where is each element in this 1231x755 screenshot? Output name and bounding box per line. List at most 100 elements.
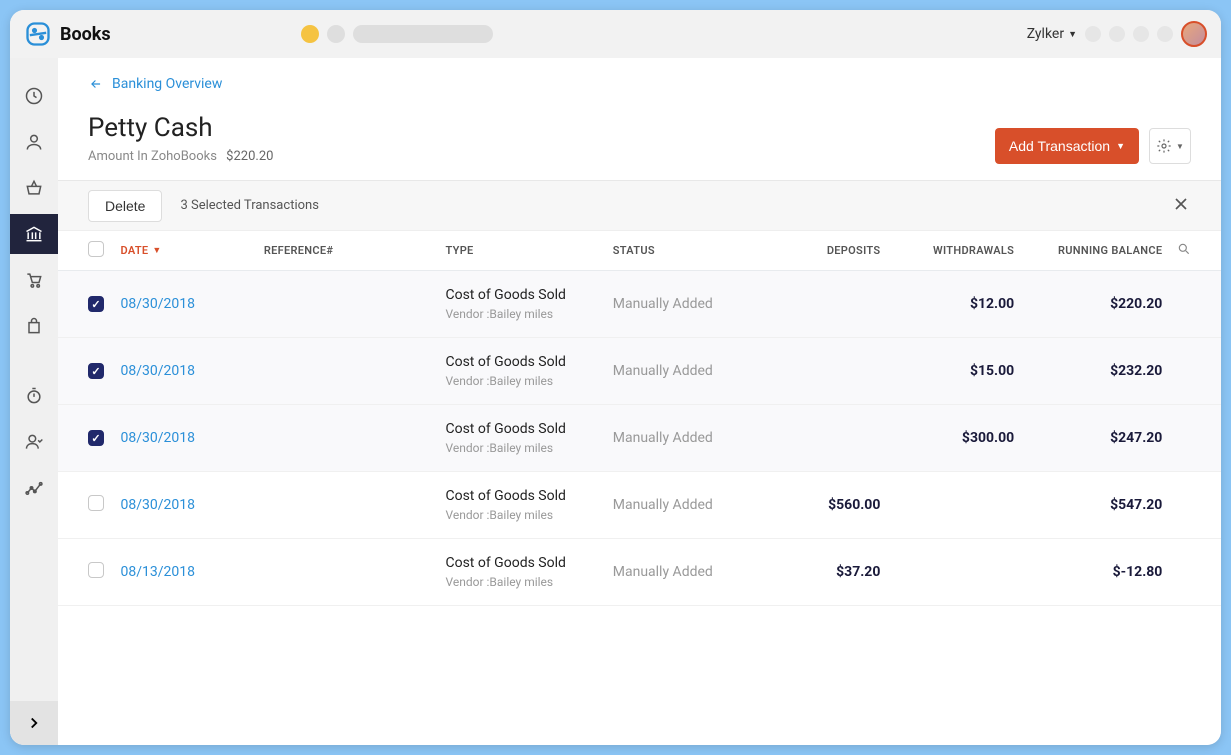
row-status: Manually Added — [613, 296, 775, 312]
user-avatar[interactable] — [1181, 21, 1207, 47]
row-checkbox[interactable] — [88, 296, 104, 312]
table-row[interactable]: 08/30/2018 Cost of Goods SoldVendor :Bail… — [58, 271, 1221, 338]
row-type: Cost of Goods SoldVendor :Bailey miles — [445, 555, 612, 589]
row-vendor: Vendor :Bailey miles — [445, 307, 612, 321]
delete-button[interactable]: Delete — [88, 190, 162, 222]
row-status: Manually Added — [613, 363, 775, 379]
header-date-label: DATE — [121, 244, 149, 257]
row-withdrawal: $12.00 — [880, 296, 1014, 312]
gear-icon — [1156, 138, 1172, 154]
row-date: 08/30/2018 — [121, 497, 264, 513]
sidebar — [10, 58, 58, 745]
sidebar-item-banking[interactable] — [10, 214, 58, 254]
row-balance: $247.20 — [1014, 430, 1162, 446]
row-vendor: Vendor :Bailey miles — [445, 575, 612, 589]
header-type[interactable]: TYPE — [445, 244, 612, 257]
table-row[interactable]: 08/13/2018Cost of Goods SoldVendor :Bail… — [58, 539, 1221, 606]
row-checkbox[interactable] — [88, 430, 104, 446]
sidebar-item-reports[interactable] — [10, 468, 58, 508]
sidebar-item-items[interactable] — [10, 168, 58, 208]
select-all-checkbox[interactable] — [88, 241, 104, 257]
sidebar-item-contacts[interactable] — [10, 122, 58, 162]
topbar-action-icon[interactable] — [1085, 26, 1101, 42]
stopwatch-icon — [24, 386, 44, 406]
topbar-placeholder — [301, 25, 493, 43]
row-status: Manually Added — [613, 564, 775, 580]
bag-icon — [24, 316, 44, 336]
row-date: 08/30/2018 — [121, 296, 264, 312]
topbar-action-icon[interactable] — [1109, 26, 1125, 42]
sidebar-item-purchases[interactable] — [10, 306, 58, 346]
table-row[interactable]: 08/30/2018 Cost of Goods SoldVendor :Bail… — [58, 472, 1221, 539]
header-status[interactable]: STATUS — [613, 244, 775, 257]
row-balance: $232.20 — [1014, 363, 1162, 379]
row-vendor: Vendor :Bailey miles — [445, 441, 612, 455]
row-date: 08/30/2018 — [121, 430, 264, 446]
row-checkbox[interactable] — [88, 562, 104, 578]
selection-count: 3 Selected Transactions — [180, 198, 318, 213]
row-deposit: $560.00 — [775, 497, 880, 513]
table-row[interactable]: 08/30/2018Cost of Goods SoldVendor :Bail… — [58, 405, 1221, 472]
header-checkbox-cell — [88, 241, 121, 260]
header-search[interactable] — [1162, 242, 1191, 259]
caret-down-icon: ▼ — [1068, 29, 1077, 40]
row-checkbox[interactable] — [88, 363, 104, 379]
row-vendor: Vendor :Bailey miles — [445, 374, 612, 388]
close-selection[interactable] — [1171, 194, 1191, 218]
books-logo-icon — [24, 20, 52, 48]
row-status: Manually Added — [613, 430, 775, 446]
row-date: 08/30/2018 — [121, 363, 264, 379]
search-icon — [1177, 242, 1191, 256]
row-type: Cost of Goods SoldVendor :Bailey miles — [445, 287, 612, 321]
table-row[interactable]: 08/30/2018Cost of Goods SoldVendor :Bail… — [58, 338, 1221, 405]
topbar: Books Zylker ▼ — [10, 10, 1221, 58]
settings-button[interactable]: ▼ — [1149, 128, 1191, 164]
sidebar-item-sales[interactable] — [10, 260, 58, 300]
org-switcher[interactable]: Zylker ▼ — [1027, 26, 1077, 42]
caret-down-icon: ▼ — [1176, 142, 1184, 151]
row-status: Manually Added — [613, 497, 775, 513]
subtitle-label: Amount In ZohoBooks — [88, 149, 217, 164]
body: Banking Overview Petty Cash Amount In Zo… — [10, 58, 1221, 745]
row-balance: $-12.80 — [1014, 564, 1162, 580]
row-checkbox-cell — [88, 430, 121, 447]
app-frame: Books Zylker ▼ — [10, 10, 1221, 745]
brand-name: Books — [60, 24, 111, 45]
add-transaction-button[interactable]: Add Transaction ▼ — [995, 128, 1139, 164]
row-withdrawal: $300.00 — [880, 430, 1014, 446]
sidebar-expand[interactable] — [10, 701, 58, 745]
header-balance[interactable]: RUNNING BALANCE — [1014, 244, 1162, 257]
chevron-right-icon — [25, 714, 43, 732]
topbar-action-icon[interactable] — [1157, 26, 1173, 42]
topbar-action-icon[interactable] — [1133, 26, 1149, 42]
org-name: Zylker — [1027, 26, 1064, 42]
add-transaction-label: Add Transaction — [1009, 138, 1110, 154]
sidebar-item-accountant[interactable] — [10, 422, 58, 462]
subtitle-amount: $220.20 — [226, 149, 273, 164]
close-icon — [1171, 194, 1191, 214]
row-type: Cost of Goods SoldVendor :Bailey miles — [445, 488, 612, 522]
placeholder-dot-icon — [327, 25, 345, 43]
row-checkbox[interactable] — [88, 495, 104, 511]
back-link[interactable]: Banking Overview — [88, 76, 222, 92]
table-header: DATE ▼ REFERENCE# TYPE STATUS DEPOSITS W… — [58, 231, 1221, 271]
header-reference[interactable]: REFERENCE# — [264, 244, 446, 257]
accountant-icon — [24, 432, 44, 452]
sidebar-item-time[interactable] — [10, 376, 58, 416]
row-vendor: Vendor :Bailey miles — [445, 508, 612, 522]
row-deposit: $37.20 — [775, 564, 880, 580]
topbar-right: Zylker ▼ — [1027, 21, 1207, 47]
bank-icon — [24, 224, 44, 244]
row-withdrawal: $15.00 — [880, 363, 1014, 379]
row-balance: $547.20 — [1014, 497, 1162, 513]
header-deposits[interactable]: DEPOSITS — [775, 244, 880, 257]
row-balance: $220.20 — [1014, 296, 1162, 312]
table-body: 08/30/2018 Cost of Goods SoldVendor :Bail… — [58, 271, 1221, 606]
contacts-icon — [24, 132, 44, 152]
selection-bar: Delete 3 Selected Transactions — [58, 181, 1221, 231]
header-date[interactable]: DATE ▼ — [121, 244, 264, 257]
brand-logo[interactable]: Books — [24, 20, 111, 48]
page-header: Banking Overview Petty Cash Amount In Zo… — [58, 58, 1221, 181]
sidebar-item-dashboard[interactable] — [10, 76, 58, 116]
header-withdrawals[interactable]: WITHDRAWALS — [880, 244, 1014, 257]
